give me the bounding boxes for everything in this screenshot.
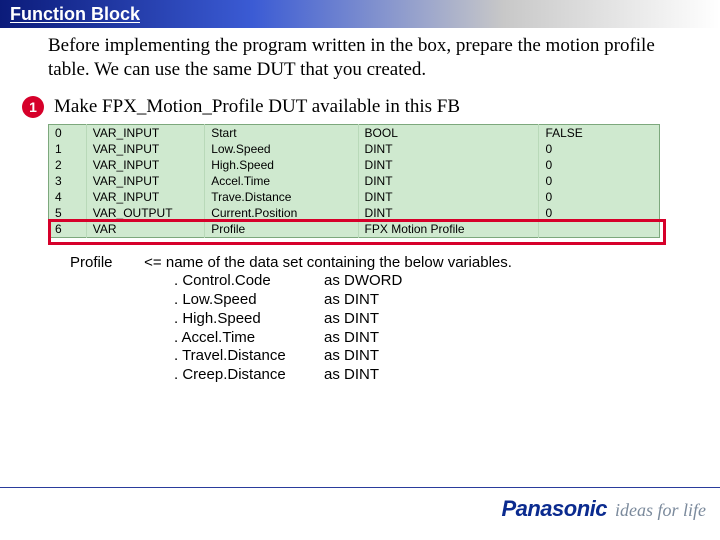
table-cell: VAR_OUTPUT — [86, 205, 204, 221]
brand-logo: Panasonic — [501, 496, 607, 522]
step-text: Make FPX_Motion_Profile DUT available in… — [54, 96, 460, 118]
table-cell: 5 — [49, 205, 87, 221]
brand-tagline: ideas for life — [615, 500, 706, 521]
table-row: 3VAR_INPUTAccel.TimeDINT0 — [49, 173, 660, 189]
table-cell: DINT — [358, 157, 539, 173]
member-type: as DINT — [324, 366, 379, 385]
table-cell: Low.Speed — [205, 141, 358, 157]
member-name: . Travel.Distance — [174, 347, 324, 366]
step-badge: 1 — [22, 96, 44, 118]
table-cell: BOOL — [358, 124, 539, 141]
table-cell: VAR_INPUT — [86, 173, 204, 189]
list-item: . Travel.Distanceas DINT — [174, 347, 680, 366]
table-cell: FPX Motion Profile — [358, 221, 539, 238]
step-1: 1 Make FPX_Motion_Profile DUT available … — [22, 96, 680, 118]
table-cell: DINT — [358, 189, 539, 205]
member-type: as DWORD — [324, 272, 402, 291]
table-cell: Profile — [205, 221, 358, 238]
member-name: . Control.Code — [174, 272, 324, 291]
footer: Panasonic ideas for life — [0, 487, 720, 528]
table-cell: Accel.Time — [205, 173, 358, 189]
list-item: . High.Speedas DINT — [174, 310, 680, 329]
table-cell: High.Speed — [205, 157, 358, 173]
profile-description: Profile <= name of the data set containi… — [70, 254, 680, 385]
table-cell: DINT — [358, 173, 539, 189]
table-row: 0VAR_INPUTStartBOOLFALSE — [49, 124, 660, 141]
list-item: . Accel.Timeas DINT — [174, 329, 680, 348]
member-name: . Creep.Distance — [174, 366, 324, 385]
member-type: as DINT — [324, 310, 379, 329]
table-cell: VAR_INPUT — [86, 141, 204, 157]
table-row: 2VAR_INPUTHigh.SpeedDINT0 — [49, 157, 660, 173]
table-cell: 0 — [539, 141, 660, 157]
member-type: as DINT — [324, 329, 379, 348]
table-cell: Trave.Distance — [205, 189, 358, 205]
member-name: . Low.Speed — [174, 291, 324, 310]
table-cell: VAR — [86, 221, 204, 238]
brand: Panasonic ideas for life — [501, 496, 706, 522]
member-type: as DINT — [324, 347, 379, 366]
table-cell: 0 — [539, 157, 660, 173]
member-name: . Accel.Time — [174, 329, 324, 348]
page-title: Function Block — [10, 4, 140, 25]
table-cell: 3 — [49, 173, 87, 189]
list-item: . Creep.Distanceas DINT — [174, 366, 680, 385]
desc-lead: <= name of the data set containing the b… — [144, 254, 512, 273]
table-row: 1VAR_INPUTLow.SpeedDINT0 — [49, 141, 660, 157]
table-cell: VAR_INPUT — [86, 157, 204, 173]
table-cell: 2 — [49, 157, 87, 173]
table-cell: Start — [205, 124, 358, 141]
intro-text: Before implementing the program written … — [48, 34, 680, 82]
table-cell: 0 — [539, 189, 660, 205]
table-cell: 0 — [539, 205, 660, 221]
page-header: Function Block — [0, 0, 720, 28]
variable-table: 0VAR_INPUTStartBOOLFALSE1VAR_INPUTLow.Sp… — [48, 124, 660, 238]
table-row: 6VARProfileFPX Motion Profile — [49, 221, 660, 238]
member-type: as DINT — [324, 291, 379, 310]
table-cell: 0 — [539, 173, 660, 189]
table-cell: 1 — [49, 141, 87, 157]
list-item: . Low.Speedas DINT — [174, 291, 680, 310]
table-cell — [539, 221, 660, 238]
list-item: . Control.Codeas DWORD — [174, 272, 680, 291]
table-row: 5VAR_OUTPUTCurrent.PositionDINT0 — [49, 205, 660, 221]
table-cell: FALSE — [539, 124, 660, 141]
table-cell: VAR_INPUT — [86, 124, 204, 141]
table-cell: 4 — [49, 189, 87, 205]
table-row: 4VAR_INPUTTrave.DistanceDINT0 — [49, 189, 660, 205]
table-cell: 6 — [49, 221, 87, 238]
member-name: . High.Speed — [174, 310, 324, 329]
table-cell: DINT — [358, 205, 539, 221]
table-cell: DINT — [358, 141, 539, 157]
table-cell: Current.Position — [205, 205, 358, 221]
table-cell: VAR_INPUT — [86, 189, 204, 205]
desc-label: Profile — [70, 254, 140, 273]
table-cell: 0 — [49, 124, 87, 141]
